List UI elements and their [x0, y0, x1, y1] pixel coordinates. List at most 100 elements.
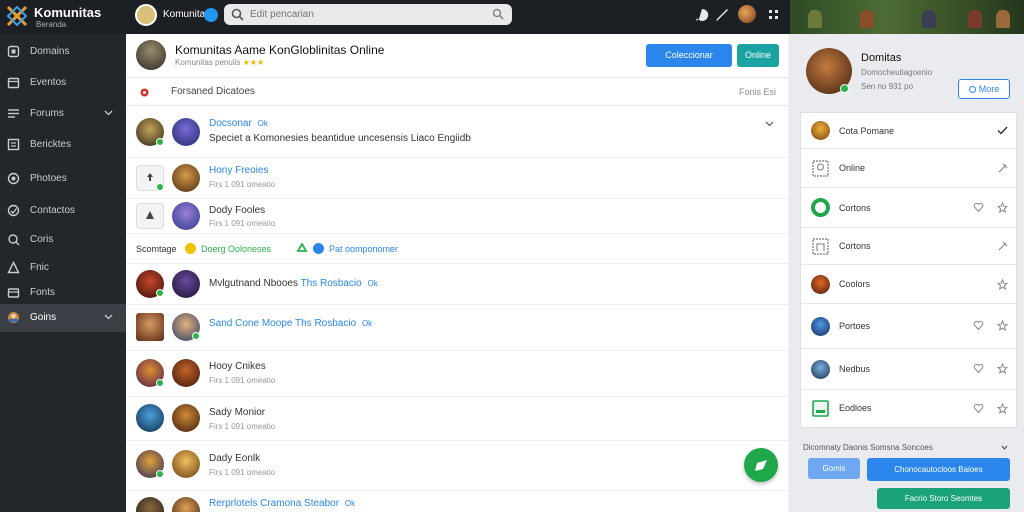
list-item[interactable]: Cota Pomane [801, 113, 1016, 149]
sidebar-item-goins[interactable]: Goins [0, 304, 126, 332]
game-banner-image [790, 0, 1024, 34]
grid-icon[interactable] [766, 7, 782, 23]
sidebar-item-fnic[interactable]: Fnic [0, 254, 126, 282]
list-item[interactable]: Cortons [801, 228, 1016, 265]
heart-icon[interactable] [973, 202, 984, 213]
list-item[interactable]: Cortons [801, 188, 1016, 228]
list-item[interactable]: Portoes [801, 304, 1016, 349]
wallet-icon [7, 288, 20, 298]
community-avatar[interactable] [136, 40, 166, 70]
avatar[interactable] [136, 313, 164, 341]
profile-avatar-small[interactable] [738, 5, 756, 23]
list-item[interactable]: Dady Eonlk Firs 1 091 omeatio [126, 441, 788, 491]
section-highlight[interactable]: Doerg Ooloneses [201, 244, 271, 254]
item-meta: Firs 1 091 omeatio [209, 219, 276, 228]
check-icon[interactable] [997, 125, 1008, 136]
avatar[interactable] [172, 202, 200, 230]
list-item[interactable]: Sand Cone Moope Ths Rosbacio Ok [126, 305, 788, 351]
banner-figure [922, 10, 936, 28]
heart-icon[interactable] [973, 320, 984, 331]
flag-icon[interactable] [694, 7, 710, 23]
list-item[interactable]: Hooy Cnikes Firs 1 091 omeatio [126, 351, 788, 397]
bell-icon[interactable] [714, 7, 730, 23]
sidebar-item-bericktes[interactable]: Bericktes [0, 131, 126, 159]
app-logo[interactable]: Komunitas Beranda [6, 3, 126, 31]
option-label: Portoes [839, 321, 871, 331]
app-name: Komunitas [34, 5, 102, 20]
star-icon[interactable] [997, 403, 1008, 414]
chevron-down-icon[interactable] [1001, 444, 1008, 451]
avatar[interactable] [136, 497, 164, 512]
online-status-dot [156, 183, 164, 191]
more-button[interactable]: More [958, 79, 1010, 99]
sidebar-item-coris[interactable]: Coris [0, 226, 126, 254]
avatar[interactable] [172, 164, 200, 192]
avatar[interactable] [172, 404, 200, 432]
status-icon[interactable] [204, 8, 218, 22]
sidebar-item-forums[interactable]: Forums [0, 100, 126, 128]
list-item[interactable]: Eodloes [801, 390, 1016, 427]
online-status-dot [156, 470, 164, 478]
community-subtitle-text: Komunitas penulis [175, 58, 241, 67]
star-icon[interactable] [997, 202, 1008, 213]
list-item[interactable]: Hony Freoies Firs 1 091 omeatio [126, 158, 788, 199]
avatar[interactable] [172, 270, 200, 298]
list-item[interactable]: Online [801, 149, 1016, 188]
send-icon [755, 460, 767, 471]
avatar[interactable] [172, 118, 200, 146]
item-name: Dady Eonlk [209, 453, 261, 464]
calendar-icon [7, 77, 20, 89]
community-action-button[interactable]: Chonocautocloos Baioes [867, 458, 1010, 481]
filter-label[interactable]: Forsaned Dicatoes [171, 86, 255, 97]
option-label: Cortons [839, 241, 871, 251]
compose-button[interactable] [744, 448, 778, 482]
search-bar[interactable] [224, 4, 512, 25]
profile-name: Domitas [861, 52, 902, 64]
sidebar-item-fonts[interactable]: Fonts [0, 279, 126, 307]
app-subtitle: Beranda [36, 20, 67, 29]
avatar[interactable] [172, 359, 200, 387]
store-button[interactable]: Facrio Storo Seomtes [877, 488, 1010, 509]
community-action-label: Chonocautocloos Baioes [894, 465, 983, 474]
pin-icon[interactable] [997, 163, 1008, 174]
list-item[interactable]: Sady Monior Firs 1 091 omeatio [126, 397, 788, 441]
online-status-dot [156, 138, 164, 146]
list-item[interactable]: Docsonar Ok Speciet a Komonesies beantid… [126, 106, 788, 158]
heart-icon[interactable] [973, 403, 984, 414]
star-icon[interactable] [997, 363, 1008, 374]
sidebar-item-photoes[interactable]: Photoes [0, 165, 126, 193]
list-item[interactable]: Mvlgutnand Nbooes Ths Rosbacio Ok [126, 264, 788, 305]
star-icon[interactable] [997, 320, 1008, 331]
pin-icon[interactable] [997, 241, 1008, 252]
section-link[interactable]: Pat oomponomer [329, 244, 398, 254]
filter-icon[interactable] [140, 88, 149, 97]
list-item[interactable]: Dody Fooles Firs 1 091 omeatio [126, 199, 788, 234]
filter-sort[interactable]: Fonis Esi [739, 87, 776, 97]
star-icon[interactable] [997, 279, 1008, 290]
store-button-label: Facrio Storo Seomtes [904, 494, 983, 503]
avatar[interactable] [172, 497, 200, 512]
community-header: Komunitas Aame KonGloblinitas Online Kom… [126, 34, 788, 78]
collect-button[interactable]: Coleccionar [646, 44, 732, 67]
avatar[interactable] [172, 450, 200, 478]
search-submit-icon[interactable] [492, 8, 504, 20]
sidebar-item-label: Photoes [30, 173, 67, 184]
list-item[interactable]: Coolors [801, 265, 1016, 304]
chevron-down-icon[interactable] [765, 119, 774, 128]
search-input[interactable] [250, 7, 480, 22]
list-item[interactable]: Nedbus [801, 349, 1016, 390]
user-avatar[interactable] [135, 4, 157, 26]
online-button[interactable]: Online [737, 44, 779, 67]
sidebar-item-contactos[interactable]: Contactos [0, 197, 126, 225]
banner-figure [996, 10, 1010, 28]
avatar[interactable] [136, 404, 164, 432]
section-header: Scomtage Doerg Ooloneses Pat oomponomer [126, 234, 788, 264]
heart-icon[interactable] [973, 363, 984, 374]
games-button[interactable]: Gomis [808, 458, 860, 479]
list-item[interactable]: Rerprlotels Cramona Steabor Ok [126, 491, 788, 512]
online-status-dot [156, 379, 164, 387]
sidebar-item-eventos[interactable]: Eventos [0, 69, 126, 97]
item-title: Docsonar Ok [209, 118, 268, 129]
sidebar-item-domains[interactable]: Domains [0, 38, 126, 66]
option-label: Cortons [839, 203, 871, 213]
